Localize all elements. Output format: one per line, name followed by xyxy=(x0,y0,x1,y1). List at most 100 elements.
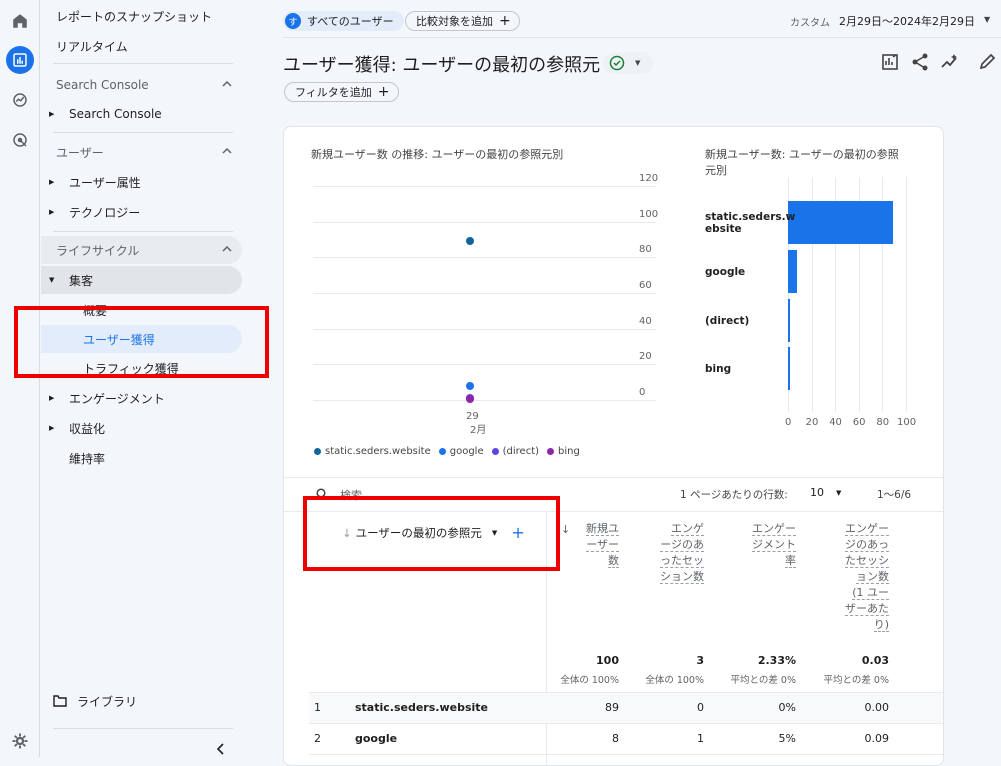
edit-icon[interactable] xyxy=(977,52,997,72)
section-lifecycle[interactable]: ライフサイクル xyxy=(41,236,242,264)
col-header-engaged-sessions[interactable]: エンゲ ージのあ ったセッ ション数 xyxy=(654,521,704,585)
caret-right-icon: ▶ xyxy=(49,110,55,118)
caret-right-icon: ▶ xyxy=(49,394,55,402)
caret-down-icon: ▼ xyxy=(49,276,55,284)
x-tick-label: 100 xyxy=(897,417,917,428)
divider xyxy=(53,132,233,133)
sidebar-item-library[interactable]: ライブラリ xyxy=(53,687,254,715)
sidebar-item-realtime[interactable]: リアルタイム xyxy=(56,32,257,60)
chevron-up-icon xyxy=(222,245,232,252)
divider xyxy=(283,37,1001,38)
section-user[interactable]: ユーザー xyxy=(56,138,242,166)
caret-right-icon: ▶ xyxy=(49,424,55,432)
left-rail xyxy=(0,0,40,757)
chevron-down-icon[interactable]: ▼ xyxy=(984,15,990,24)
legend-swatch xyxy=(438,447,446,455)
chevron-down-icon: ▼ xyxy=(836,488,842,497)
bar-label-direct: (direct) xyxy=(705,315,750,327)
legend-swatch xyxy=(491,447,499,455)
divider xyxy=(53,728,233,729)
sidebar-item-snapshot[interactable]: レポートのスナップショット xyxy=(56,2,257,30)
date-label: カスタム xyxy=(790,18,830,29)
x-tick-label: 40 xyxy=(829,417,842,428)
legend-swatch xyxy=(547,447,555,455)
segment-chip[interactable]: す すべてのユーザー xyxy=(283,11,404,31)
collapse-sidebar-icon[interactable] xyxy=(216,743,226,755)
legend-label: (direct) xyxy=(502,445,540,457)
sidebar-item-acquisition[interactable]: ▼ 集客 xyxy=(41,266,242,294)
add-comparison-button[interactable]: 比較対象を追加 + xyxy=(405,11,520,31)
segment-badge: す xyxy=(285,13,301,29)
legend-item[interactable]: google xyxy=(438,444,484,458)
sort-arrow-icon: ↓ xyxy=(561,523,571,536)
customize-report-icon[interactable] xyxy=(880,52,900,72)
reports-icon[interactable] xyxy=(6,46,34,74)
advertising-icon[interactable] xyxy=(6,126,34,154)
total-new-users-sub: 全体の 100% xyxy=(560,675,619,686)
legend-item[interactable]: static.seders.website xyxy=(314,444,431,458)
bar-label-google: google xyxy=(705,266,746,278)
home-icon[interactable] xyxy=(6,7,34,35)
x-tick-label: 0 xyxy=(785,417,792,428)
rows-per-page-select[interactable]: 10 ▼ xyxy=(810,486,841,499)
sidebar-item-technology[interactable]: ▶ テクノロジー xyxy=(41,198,242,226)
total-engaged-sessions: 3 xyxy=(696,654,704,667)
table-row[interactable]: 2 google 8 1 5% 0.09 xyxy=(309,724,943,754)
divider xyxy=(309,754,943,755)
explore-icon[interactable] xyxy=(6,86,34,114)
total-sessions-per-user: 0.03 xyxy=(861,654,889,667)
line-chart-legend: static.seders.website google (direct) bing xyxy=(314,444,614,458)
x-tick-label: 80 xyxy=(876,417,890,428)
legend-swatch xyxy=(314,447,321,455)
sidebar-item-search-console[interactable]: ▶ Search Console xyxy=(41,100,242,128)
bar-label-static: static.seders.w ebsite xyxy=(705,211,796,235)
bar[interactable] xyxy=(788,249,798,293)
bar-chart: 0 20 40 60 80 100 xyxy=(284,127,943,437)
bar[interactable] xyxy=(788,200,894,244)
chevron-down-icon: ▼ xyxy=(635,59,641,67)
pagination: 1〜6/6 xyxy=(877,489,912,501)
total-engaged-sessions-sub: 全体の 100% xyxy=(645,675,704,686)
x-tick-label: 20 xyxy=(805,417,819,428)
plus-icon: + xyxy=(377,84,390,100)
highlight-box-dimension xyxy=(303,496,560,571)
caret-right-icon: ▶ xyxy=(49,178,55,186)
bar[interactable] xyxy=(788,346,790,390)
col-header-engagement-rate[interactable]: エンゲー ジメント 率 xyxy=(736,521,796,569)
bar-chart-gridline xyxy=(906,177,907,412)
divider xyxy=(284,477,943,478)
legend-label: static.seders.website xyxy=(325,445,431,457)
bar-label-bing: bing xyxy=(705,363,732,375)
bar[interactable] xyxy=(788,298,791,342)
sidebar-item-engagement[interactable]: ▶ エンゲージメント xyxy=(41,384,242,412)
sidebar: レポートのスナップショット リアルタイム Search Console ▶ Se… xyxy=(41,0,262,757)
sidebar-item-monetization[interactable]: ▶ 収益化 xyxy=(41,414,242,442)
rows-per-page-label: 1 ページあたりの行数: xyxy=(680,489,788,501)
report-card: 新規ユーザー数 の推移: ユーザーの最初の参照元別 0 20 40 60 80 100 12… xyxy=(283,126,944,766)
legend-item[interactable]: bing xyxy=(547,444,580,458)
chevron-up-icon xyxy=(222,80,232,87)
col-header-new-users[interactable]: 新規ユ ーザー 数 xyxy=(574,521,619,569)
share-icon[interactable] xyxy=(910,52,930,72)
section-search-console[interactable]: Search Console xyxy=(56,71,242,99)
folder-icon xyxy=(53,695,67,707)
table-row[interactable]: 1 static.seders.website 89 0 0% 0.00 xyxy=(309,693,943,723)
divider xyxy=(53,63,233,64)
highlight-box-sidebar xyxy=(14,306,269,378)
legend-label: google xyxy=(449,445,484,457)
settings-icon[interactable] xyxy=(6,727,34,755)
sidebar-item-demographics[interactable]: ▶ ユーザー属性 xyxy=(41,168,242,196)
legend-item[interactable]: (direct) xyxy=(491,444,540,458)
col-header-sessions-per-user[interactable]: エンゲー ジのあっ たセッシ ョン数 (1 ユー ザーあた り) xyxy=(829,521,889,633)
total-engagement-rate-sub: 平均との差 0% xyxy=(730,675,797,686)
page-title: ユーザー獲得: ユーザーの最初の参照元 xyxy=(283,55,601,76)
date-range-picker[interactable]: 2月29日〜2024年2月29日 xyxy=(839,13,975,29)
sidebar-item-retention[interactable]: 維持率 xyxy=(41,444,242,472)
total-sessions-per-user-sub: 平均との差 0% xyxy=(823,675,890,686)
insights-icon[interactable] xyxy=(940,52,960,72)
add-filter-button[interactable]: フィルタを追加 + xyxy=(284,82,399,102)
data-quality-button[interactable]: ▼ xyxy=(603,52,653,74)
legend-label: bing xyxy=(558,445,580,457)
check-circle-icon xyxy=(609,55,625,71)
plus-icon: + xyxy=(499,13,511,29)
